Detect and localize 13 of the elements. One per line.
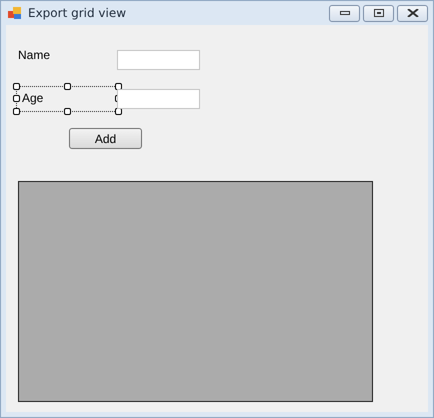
window-title: Export grid view xyxy=(28,6,126,20)
minimize-icon xyxy=(340,10,350,16)
field-label: Name xyxy=(18,48,50,62)
field-label: Age xyxy=(22,91,44,105)
add-button[interactable]: Add xyxy=(69,128,142,149)
maximize-icon xyxy=(374,9,384,17)
maximize-button[interactable] xyxy=(363,4,394,22)
input-field[interactable] xyxy=(117,50,200,70)
close-button[interactable] xyxy=(397,4,428,22)
close-icon xyxy=(406,9,418,17)
app-icon xyxy=(8,6,22,20)
input-field[interactable] xyxy=(117,89,200,109)
minimize-button[interactable] xyxy=(329,4,360,22)
